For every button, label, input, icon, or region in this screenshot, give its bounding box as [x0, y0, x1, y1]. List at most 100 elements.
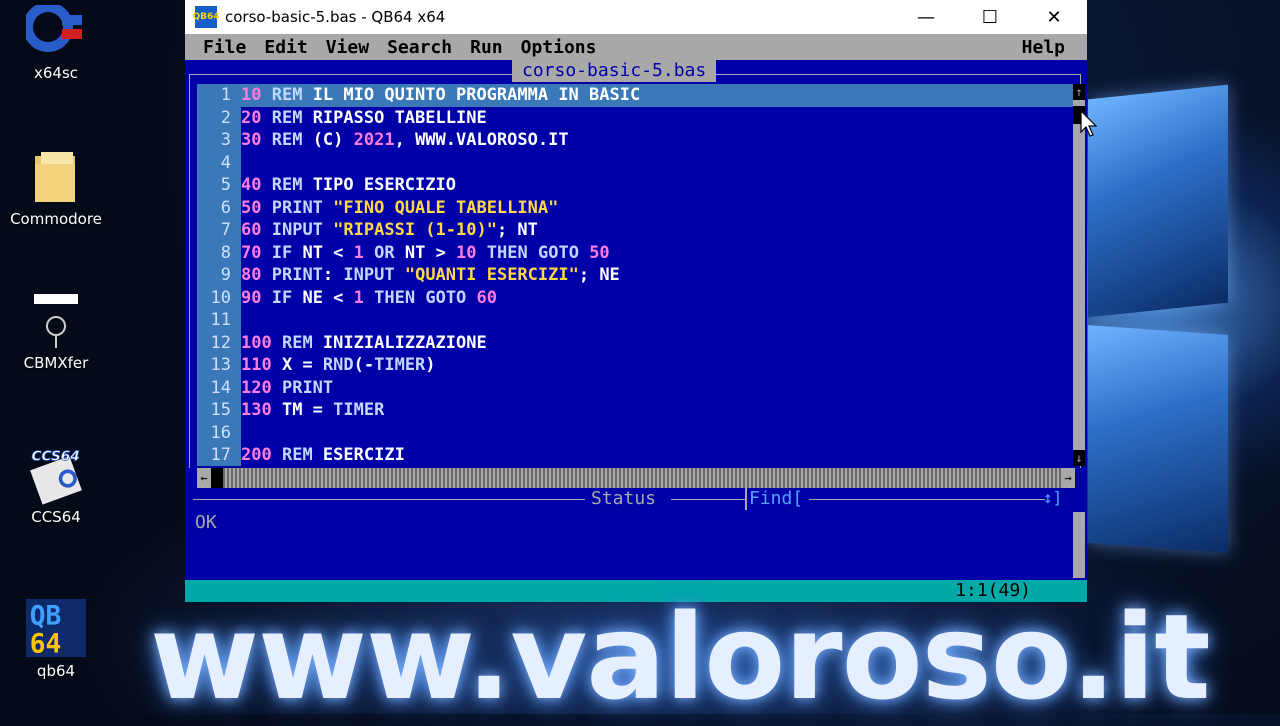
line-number: 5: [220, 175, 231, 195]
line-number: 6: [220, 197, 231, 218]
qb64-logo-icon: QB 64: [26, 598, 86, 659]
line-number: 12: [210, 332, 231, 353]
desktop-icon-label: CCS64: [31, 508, 81, 526]
commodore-logo-icon: [26, 0, 86, 60]
code-text: 10 REM IL MIO QUINTO PROGRAMMA IN BASIC: [241, 85, 641, 105]
status-title: Status: [585, 488, 663, 510]
code-line[interactable]: 6 50 PRINT "FINO QUALE TABELLINA": [197, 197, 1077, 220]
line-number: 16: [210, 422, 231, 443]
code-line[interactable]: 17 200 REM ESERCIZI: [197, 444, 1077, 467]
find-arrows-icon[interactable]: ↕]: [1043, 488, 1062, 507]
minimize-button[interactable]: —: [903, 0, 949, 34]
mouse-cursor-icon: [1080, 110, 1098, 137]
menu-options[interactable]: Options: [513, 37, 605, 58]
status-panel: Status Find[ ↕] OK: [185, 488, 1087, 580]
code-text: 40 REM TIPO ESERCIZIO: [241, 175, 456, 195]
scroll-down-arrow-icon[interactable]: ↓: [1073, 450, 1085, 466]
menu-help[interactable]: Help: [1014, 37, 1073, 58]
code-line[interactable]: 14 120 PRINT: [197, 377, 1077, 400]
code-line[interactable]: 11: [197, 309, 1077, 332]
scroll-left-arrow-icon[interactable]: ←: [197, 468, 211, 488]
code-editor[interactable]: corso-basic-5.bas 1 10 REM IL MIO QUINTO …: [185, 60, 1087, 468]
desktop-icon-x64sc[interactable]: x64sc: [8, 0, 104, 82]
find-field[interactable]: Find[: [745, 488, 803, 510]
line-number: 10: [210, 287, 231, 308]
maximize-button[interactable]: ☐: [967, 0, 1013, 34]
windows-logo-pane-top: [1088, 84, 1228, 318]
code-text: 70 IF NT < 1 OR NT > 10 THEN GOTO 50: [241, 242, 610, 263]
menu-search[interactable]: Search: [379, 37, 460, 58]
desktop-icon-label: x64sc: [33, 64, 79, 82]
status-divider-mid: [671, 499, 745, 500]
desktop-icon-cbmxfer[interactable]: CBMXfer: [8, 290, 104, 372]
menu-edit[interactable]: Edit: [256, 37, 315, 58]
desktop-icon-label: qb64: [36, 662, 76, 680]
code-text: 130 TM = TIMER: [241, 400, 385, 420]
status-divider-left: [193, 499, 585, 500]
line-number: 8: [220, 242, 231, 263]
vertical-scrollbar[interactable]: ↑ ↓: [1073, 84, 1085, 466]
code-text: 120 PRINT: [241, 377, 334, 398]
code-line[interactable]: 13 110 X = RND(-TIMER): [197, 354, 1077, 377]
windows-logo-pane-bottom: [1088, 325, 1228, 553]
code-line[interactable]: 2 20 REM RIPASSO TABELLINE: [197, 107, 1077, 130]
desktop-icon-label: CBMXfer: [23, 354, 89, 372]
code-line[interactable]: 16: [197, 422, 1077, 445]
line-number: 7: [220, 220, 231, 240]
code-line[interactable]: 15 130 TM = TIMER: [197, 399, 1077, 422]
desktop-icon-label: Commodore: [10, 210, 102, 228]
code-line[interactable]: 10 90 IF NE < 1 THEN GOTO 60: [197, 287, 1077, 310]
qb64-window: QB64 corso-basic-5.bas - QB64 x64 — ☐ ✕ …: [185, 0, 1087, 602]
code-line[interactable]: 9 80 PRINT: INPUT "QUANTI ESERCIZI"; NE: [197, 264, 1077, 287]
status-scrollbar[interactable]: [1073, 512, 1085, 578]
website-watermark: www.valoroso.it: [150, 588, 1211, 726]
code-line[interactable]: 8 70 IF NT < 1 OR NT > 10 THEN GOTO 50: [197, 242, 1077, 265]
file-tab: corso-basic-5.bas: [512, 60, 717, 82]
desktop-icon-qb64[interactable]: QB 64 qb64: [8, 598, 104, 680]
qb64-app-icon: QB64: [192, 6, 220, 28]
code-text: 50 PRINT "FINO QUALE TABELLINA": [241, 197, 559, 218]
code-text: 90 IF NE < 1 THEN GOTO 60: [241, 287, 498, 308]
line-number: 3: [220, 130, 231, 150]
line-number: 15: [210, 400, 231, 420]
menu-bar: File Edit View Search Run Options Help: [185, 34, 1087, 60]
svg-text:CCS64: CCS64: [31, 448, 79, 464]
scroll-up-arrow-icon[interactable]: ↑: [1073, 84, 1085, 100]
code-text: 110 X = RND(-TIMER): [241, 355, 436, 375]
cbmxfer-icon: [26, 290, 86, 350]
status-message: OK: [195, 512, 217, 533]
line-number: 13: [210, 355, 231, 375]
line-number: 14: [210, 377, 231, 398]
code-line[interactable]: 3 30 REM (C) 2021, WWW.VALOROSO.IT: [197, 129, 1077, 152]
code-line[interactable]: 5 40 REM TIPO ESERCIZIO: [197, 174, 1077, 197]
menu-view[interactable]: View: [318, 37, 377, 58]
menu-run[interactable]: Run: [462, 37, 511, 58]
line-number: 17: [210, 445, 231, 465]
code-line[interactable]: 7 60 INPUT "RIPASSI (1-10)"; NT: [197, 219, 1077, 242]
menu-file[interactable]: File: [195, 37, 254, 58]
status-divider-right: [809, 499, 1045, 500]
code-line[interactable]: 4: [197, 152, 1077, 175]
code-line[interactable]: 12 100 REM INIZIALIZZAZIONE: [197, 332, 1077, 355]
window-titlebar[interactable]: QB64 corso-basic-5.bas - QB64 x64 — ☐ ✕: [185, 0, 1087, 34]
line-number: 4: [220, 152, 231, 173]
code-text: 20 REM RIPASSO TABELLINE: [241, 107, 487, 128]
window-title: corso-basic-5.bas - QB64 x64: [225, 8, 446, 26]
desktop-icon-commodore[interactable]: Commodore: [8, 146, 104, 228]
line-number: 11: [210, 310, 231, 330]
horizontal-scrollbar[interactable]: ← →: [197, 468, 1075, 488]
folder-icon: [26, 146, 86, 206]
code-text: 100 REM INIZIALIZZAZIONE: [241, 332, 487, 353]
code-text: 60 INPUT "RIPASSI (1-10)"; NT: [241, 220, 538, 240]
code-line[interactable]: 1 10 REM IL MIO QUINTO PROGRAMMA IN BASIC: [197, 84, 1077, 107]
code-text: 200 REM ESERCIZI: [241, 445, 405, 465]
desktop-icon-ccs64[interactable]: CCS64 CCS64: [8, 444, 104, 526]
close-button[interactable]: ✕: [1031, 0, 1077, 34]
code-text: 30 REM (C) 2021, WWW.VALOROSO.IT: [241, 130, 569, 150]
ccs64-icon: CCS64: [26, 444, 86, 505]
code-lines[interactable]: 1 10 REM IL MIO QUINTO PROGRAMMA IN BASIC…: [197, 84, 1077, 467]
horizontal-scroll-thumb[interactable]: [211, 468, 223, 488]
scroll-right-arrow-icon[interactable]: →: [1061, 468, 1075, 488]
svg-text:64: 64: [30, 629, 62, 659]
line-number: 2: [220, 107, 231, 128]
